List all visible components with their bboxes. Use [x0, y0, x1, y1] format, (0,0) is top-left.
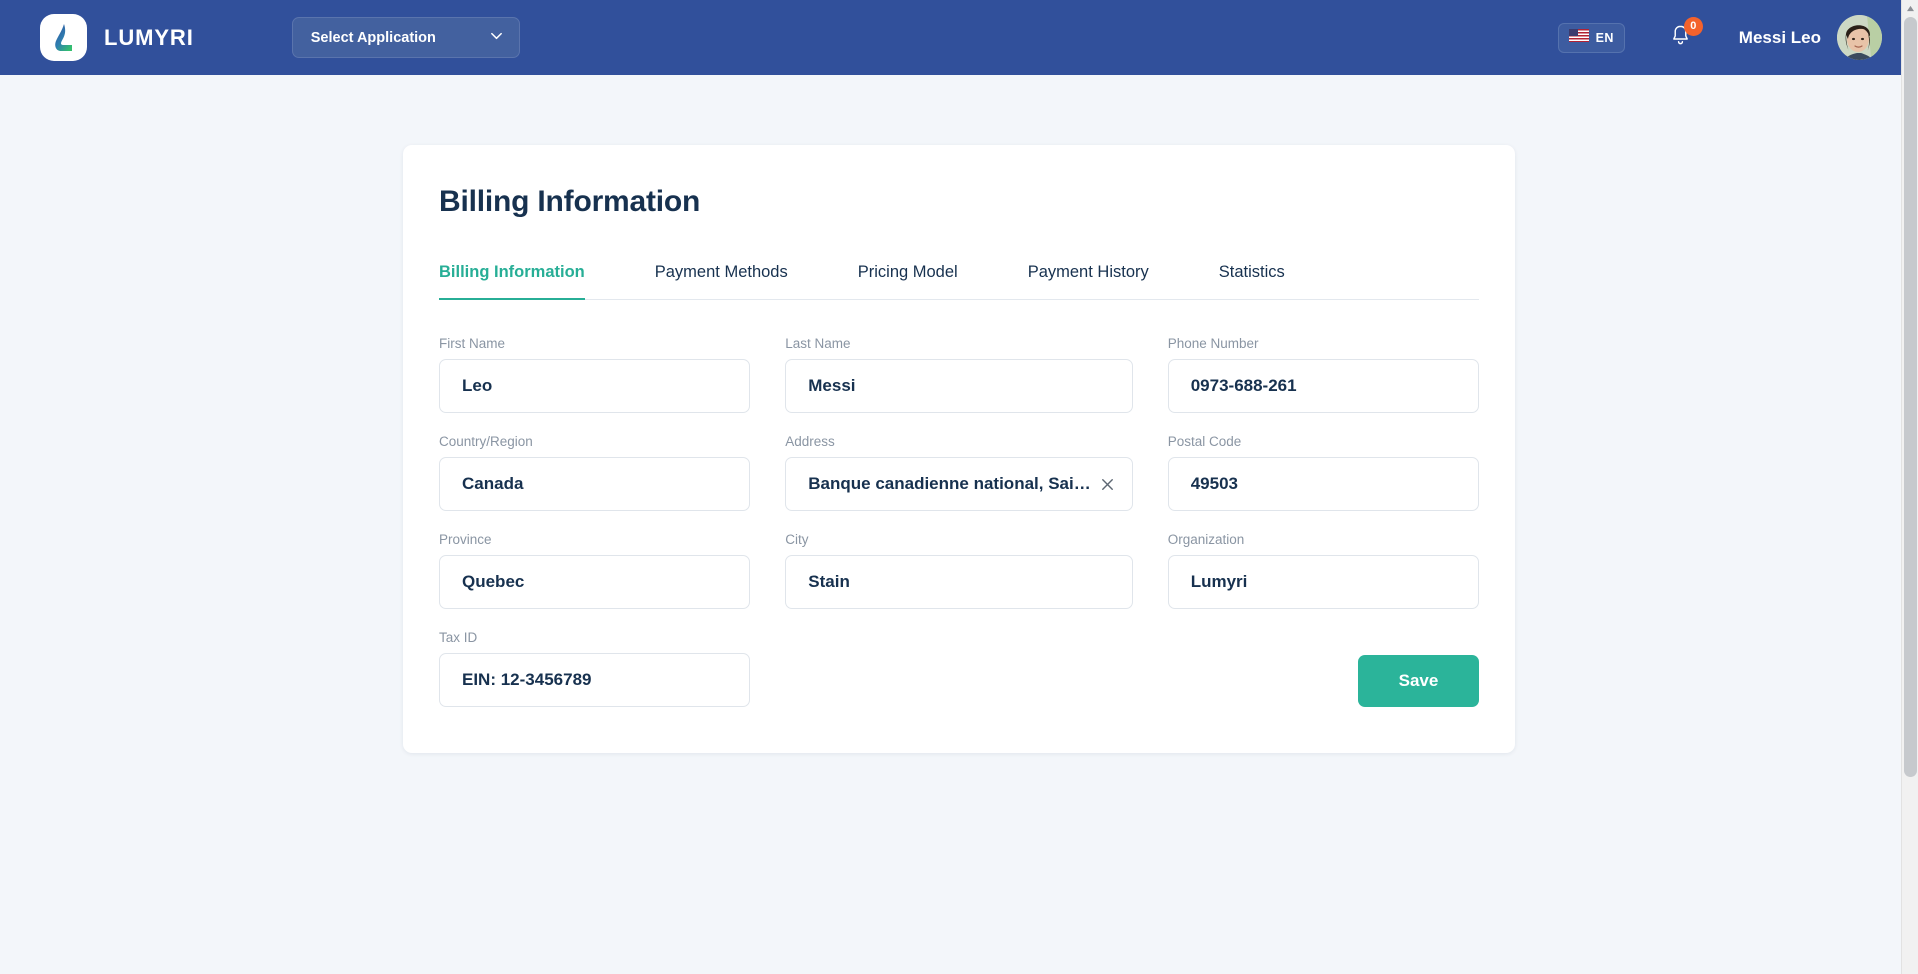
clear-address-icon[interactable] — [1099, 476, 1116, 493]
page-body: Billing Information Billing Information … — [0, 75, 1918, 974]
chevron-down-icon — [489, 28, 504, 48]
billing-information-card: Billing Information Billing Information … — [403, 145, 1515, 753]
scrollbar-thumb[interactable] — [1904, 17, 1917, 777]
country-region-value: Canada — [462, 474, 524, 493]
address-value: Banque canadienne national, Sai… — [808, 474, 1091, 493]
notifications-button[interactable]: 0 — [1667, 16, 1703, 53]
notification-count-badge: 0 — [1683, 16, 1703, 36]
field-postal-code: Postal Code 49503 — [1167, 434, 1479, 511]
avatar[interactable] — [1837, 15, 1882, 60]
field-label-tax-id: Tax ID — [439, 630, 478, 645]
select-application-dropdown[interactable]: Select Application — [291, 17, 520, 58]
province-input[interactable]: Quebec — [439, 555, 751, 609]
brand-name: LUMYRI — [104, 24, 194, 50]
tab-statistics[interactable]: Statistics — [1219, 263, 1285, 299]
brand: LUMYRI — [40, 14, 194, 61]
phone-number-value: 0973-688-261 — [1190, 376, 1297, 395]
scroll-up-arrow-icon[interactable] — [1902, 0, 1918, 17]
province-value: Quebec — [462, 572, 525, 591]
language-selector[interactable]: EN — [1557, 22, 1625, 53]
app-header: LUMYRI Select Application EN 0 Messi Leo — [0, 0, 1918, 75]
city-value: Stain — [808, 572, 850, 591]
tab-bar: Billing Information Payment Methods Pric… — [439, 263, 1479, 300]
field-phone-number: Phone Number 0973-688-261 — [1167, 336, 1479, 413]
tab-billing-information[interactable]: Billing Information — [439, 263, 585, 300]
field-label-first-name: First Name — [439, 336, 506, 351]
field-tax-id: Tax ID EIN: 12-3456789 — [439, 630, 751, 707]
tab-pricing-model[interactable]: Pricing Model — [858, 263, 958, 299]
field-label-country-region: Country/Region — [439, 434, 533, 449]
postal-code-input[interactable]: 49503 — [1167, 457, 1479, 511]
tab-payment-methods[interactable]: Payment Methods — [655, 263, 788, 299]
field-first-name: First Name Leo — [439, 336, 751, 413]
phone-number-input[interactable]: 0973-688-261 — [1167, 359, 1479, 413]
organization-value: Lumyri — [1190, 572, 1248, 591]
last-name-input[interactable]: Messi — [785, 359, 1133, 413]
first-name-value: Leo — [462, 376, 493, 395]
field-province: Province Quebec — [439, 532, 751, 609]
country-region-input[interactable]: Canada — [439, 457, 751, 511]
organization-input[interactable]: Lumyri — [1167, 555, 1479, 609]
field-organization: Organization Lumyri — [1167, 532, 1479, 609]
billing-form: First Name Leo Last Name Messi Phone Num… — [439, 336, 1479, 707]
select-application-label: Select Application — [310, 29, 436, 46]
user-name: Messi Leo — [1738, 27, 1821, 47]
save-button[interactable]: Save — [1358, 655, 1479, 707]
field-label-address: Address — [785, 434, 835, 449]
postal-code-value: 49503 — [1190, 474, 1238, 493]
field-label-postal-code: Postal Code — [1167, 434, 1242, 449]
tax-id-input[interactable]: EIN: 12-3456789 — [439, 653, 751, 707]
field-last-name: Last Name Messi — [785, 336, 1133, 413]
header-right-actions: EN 0 Messi Leo — [1557, 0, 1882, 75]
page-scrollbar[interactable] — [1901, 0, 1918, 974]
field-label-last-name: Last Name — [785, 336, 851, 351]
field-country-region: Country/Region Canada — [439, 434, 751, 511]
field-label-province: Province — [439, 532, 492, 547]
tab-payment-history[interactable]: Payment History — [1028, 263, 1149, 299]
page-title: Billing Information — [439, 185, 701, 218]
language-code: EN — [1595, 30, 1614, 45]
field-label-organization: Organization — [1167, 532, 1245, 547]
lumyri-logo-icon — [40, 14, 87, 61]
field-city: City Stain — [785, 532, 1133, 609]
last-name-value: Messi — [808, 376, 856, 395]
first-name-input[interactable]: Leo — [439, 359, 751, 413]
save-row: Save — [785, 630, 1479, 707]
field-label-phone-number: Phone Number — [1167, 336, 1259, 351]
us-flag-icon — [1568, 28, 1589, 47]
field-address: Address Banque canadienne national, Sai… — [785, 434, 1133, 511]
field-label-city: City — [785, 532, 809, 547]
tax-id-value: EIN: 12-3456789 — [462, 670, 592, 689]
address-input[interactable]: Banque canadienne national, Sai… — [785, 457, 1133, 511]
city-input[interactable]: Stain — [785, 555, 1133, 609]
